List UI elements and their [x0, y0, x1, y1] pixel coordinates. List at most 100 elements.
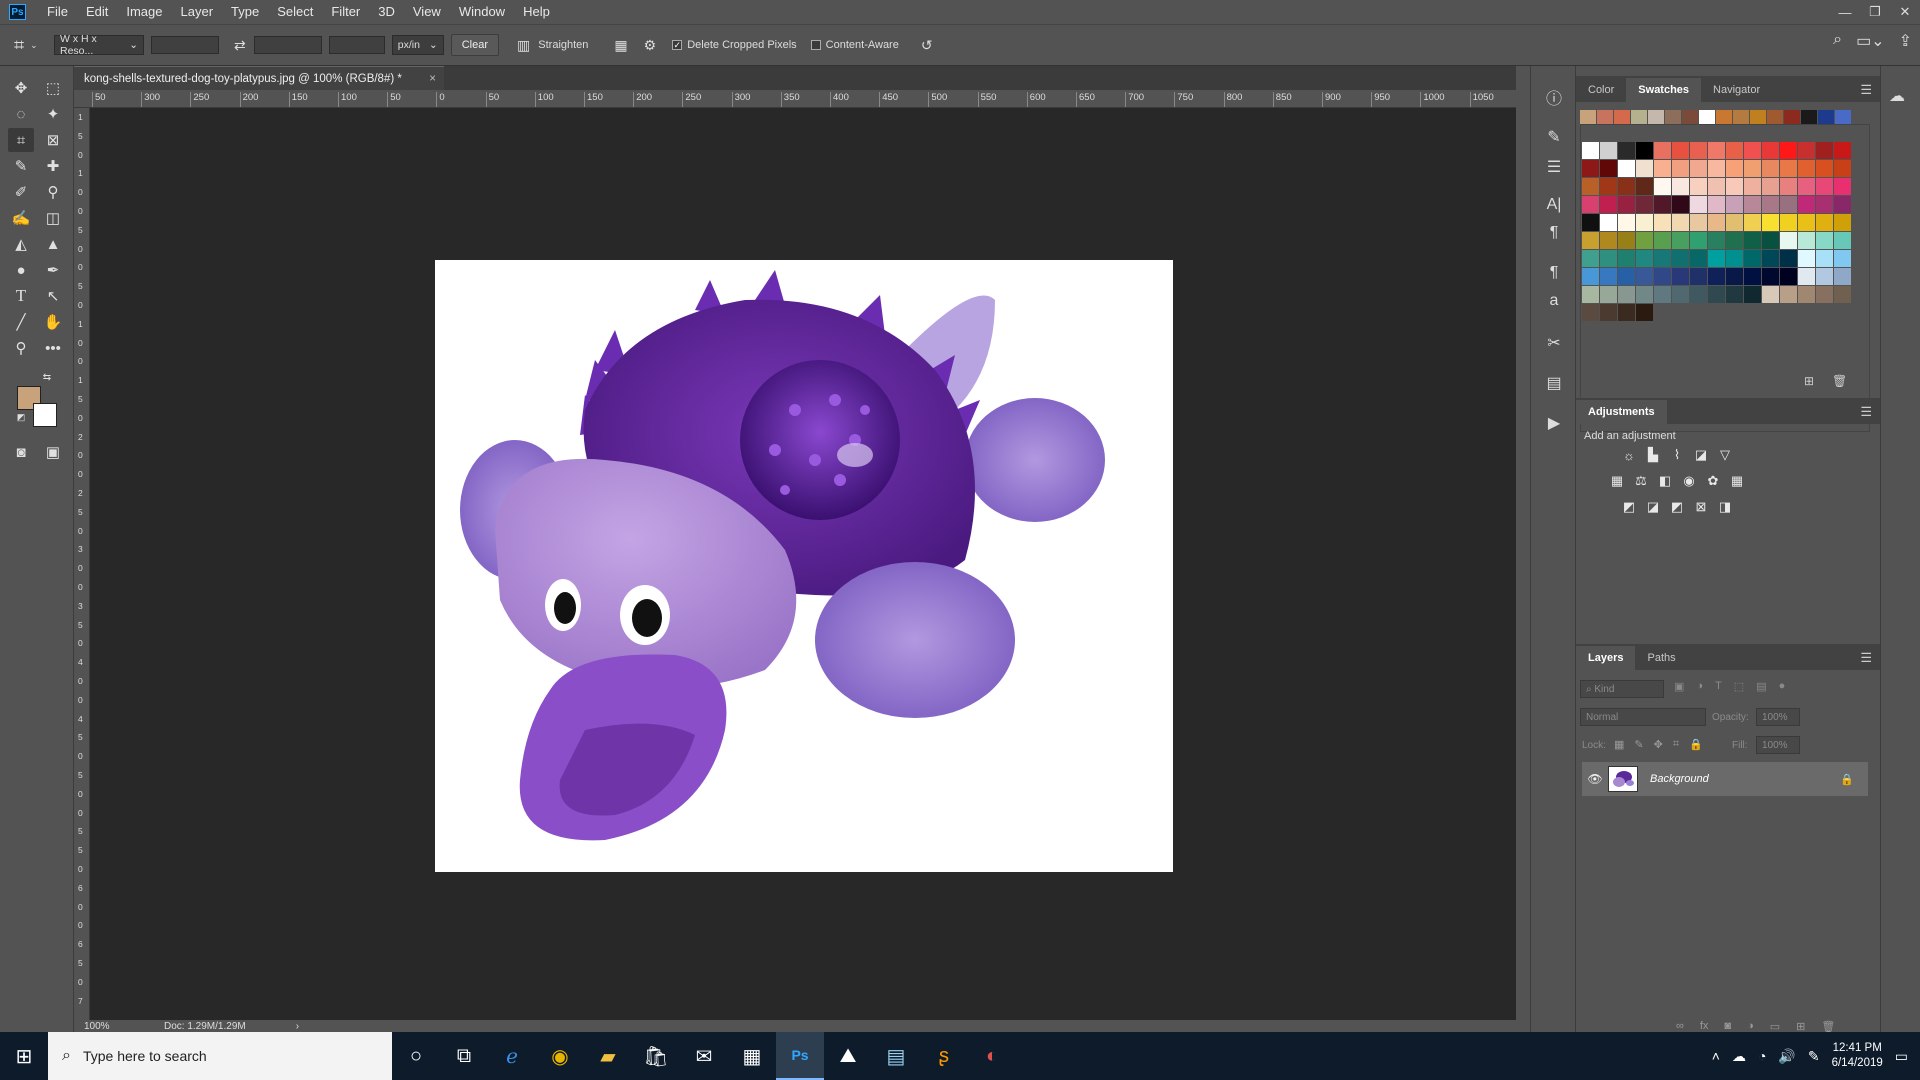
line-tool-icon[interactable]: ╱ — [8, 310, 34, 334]
swatch[interactable] — [1690, 268, 1707, 285]
swatch[interactable] — [1762, 160, 1779, 177]
invert-icon[interactable]: ◩ — [1620, 498, 1638, 516]
swatch[interactable] — [1816, 196, 1833, 213]
swatch[interactable] — [1600, 304, 1617, 321]
lock-all-icon[interactable]: 🔒 — [1689, 738, 1703, 751]
task-view-icon[interactable]: ⧉ — [440, 1032, 488, 1080]
tab-color[interactable]: Color — [1576, 78, 1626, 102]
swatch[interactable] — [1654, 214, 1671, 231]
swatch[interactable] — [1762, 178, 1779, 195]
notepad-icon[interactable]: ▤ — [872, 1032, 920, 1080]
fill-field[interactable]: 100% — [1756, 736, 1800, 754]
recent-swatch[interactable] — [1767, 110, 1783, 124]
swatch[interactable] — [1744, 214, 1761, 231]
straighten-label[interactable]: Straighten — [538, 39, 588, 51]
swatch[interactable] — [1798, 232, 1815, 249]
smart-object-filter-icon[interactable]: ▤ — [1756, 680, 1766, 693]
recent-swatch[interactable] — [1750, 110, 1766, 124]
opacity-field[interactable]: 100% — [1756, 708, 1800, 726]
adjustment-filter-icon[interactable]: ◑ — [1696, 680, 1703, 693]
eye-icon[interactable]: 👁 — [1582, 772, 1608, 786]
swatch[interactable] — [1690, 196, 1707, 213]
recent-swatch[interactable] — [1699, 110, 1715, 124]
posterize-icon[interactable]: ◪ — [1644, 498, 1662, 516]
recent-swatch[interactable] — [1631, 110, 1647, 124]
menu-item-layer[interactable]: Layer — [172, 0, 223, 24]
swatch[interactable] — [1816, 214, 1833, 231]
recent-swatch[interactable] — [1716, 110, 1732, 124]
menu-item-window[interactable]: Window — [450, 0, 514, 24]
swatch[interactable] — [1618, 142, 1635, 159]
swatch[interactable] — [1816, 286, 1833, 303]
layer-row-background[interactable]: 👁 Background 🔒 — [1582, 762, 1868, 796]
swatch[interactable] — [1744, 142, 1761, 159]
actions-play-icon[interactable]: ▶ — [1543, 412, 1565, 434]
info-icon[interactable]: ⓘ — [1543, 86, 1565, 108]
swatch[interactable] — [1636, 250, 1653, 267]
swatch[interactable] — [1690, 232, 1707, 249]
zoom-level[interactable]: 100% — [84, 1021, 144, 1032]
vibrance-icon[interactable]: ▽ — [1716, 446, 1734, 464]
swatch[interactable] — [1762, 250, 1779, 267]
swatch[interactable] — [1762, 196, 1779, 213]
brush-tool-icon[interactable]: ✐ — [8, 180, 34, 204]
swatch[interactable] — [1600, 232, 1617, 249]
swatch[interactable] — [1744, 196, 1761, 213]
swatch[interactable] — [1780, 232, 1797, 249]
selective-color-icon[interactable]: ◨ — [1716, 498, 1734, 516]
menu-item-file[interactable]: File — [38, 0, 77, 24]
swatch[interactable] — [1582, 250, 1599, 267]
mail-icon[interactable]: ✉ — [680, 1032, 728, 1080]
content-aware-checkbox[interactable]: Content-Aware — [810, 39, 899, 51]
swatch[interactable] — [1816, 250, 1833, 267]
swatch[interactable] — [1726, 268, 1743, 285]
width-field[interactable] — [151, 36, 219, 54]
swatch[interactable] — [1708, 196, 1725, 213]
swatch[interactable] — [1798, 178, 1815, 195]
menu-item-type[interactable]: Type — [222, 0, 268, 24]
swatch[interactable] — [1618, 196, 1635, 213]
pen-tool-icon[interactable]: ✒ — [40, 258, 66, 282]
swatch[interactable] — [1780, 214, 1797, 231]
tool-presets-icon[interactable]: ✂ — [1543, 332, 1565, 354]
windows-start-icon[interactable]: ⊞ — [0, 1032, 48, 1080]
swatch[interactable] — [1582, 268, 1599, 285]
swatch[interactable] — [1690, 214, 1707, 231]
photo-filter-icon[interactable]: ◉ — [1680, 472, 1698, 490]
swatch[interactable] — [1744, 268, 1761, 285]
menu-item-view[interactable]: View — [404, 0, 450, 24]
delete-cropped-checkbox[interactable]: ✓ Delete Cropped Pixels — [672, 39, 797, 51]
recent-swatch[interactable] — [1648, 110, 1664, 124]
hand-tool-icon[interactable]: ✋ — [40, 310, 66, 334]
swatch[interactable] — [1654, 178, 1671, 195]
swatch[interactable] — [1708, 286, 1725, 303]
swatch[interactable] — [1618, 214, 1635, 231]
recent-swatch[interactable] — [1580, 110, 1596, 124]
lock-artboard-icon[interactable]: ⌗ — [1673, 738, 1679, 751]
swatch[interactable] — [1618, 178, 1635, 195]
swatch[interactable] — [1762, 268, 1779, 285]
clone-source-icon[interactable]: ▤ — [1543, 372, 1565, 394]
crop-tool-icon[interactable]: ⌗ — [8, 128, 34, 152]
character-icon[interactable]: A| — [1543, 194, 1565, 216]
swatch[interactable] — [1690, 142, 1707, 159]
swatch[interactable] — [1600, 142, 1617, 159]
exposure-icon[interactable]: ◪ — [1692, 446, 1710, 464]
swatch[interactable] — [1600, 268, 1617, 285]
swatch[interactable] — [1582, 196, 1599, 213]
swatch[interactable] — [1654, 196, 1671, 213]
clock[interactable]: 12:41 PM 6/14/2019 — [1832, 1041, 1883, 1071]
swatch[interactable] — [1672, 178, 1689, 195]
zoom-tool-icon[interactable]: ⚲ — [8, 336, 34, 360]
swatch[interactable] — [1618, 286, 1635, 303]
swatch[interactable] — [1834, 142, 1851, 159]
swatch[interactable] — [1582, 178, 1599, 195]
swatch[interactable] — [1690, 286, 1707, 303]
healing-brush-tool-icon[interactable]: ✚ — [40, 154, 66, 178]
cortana-icon[interactable]: ○ — [392, 1032, 440, 1080]
pixel-filter-icon[interactable]: ▣ — [1674, 680, 1684, 693]
swatch[interactable] — [1708, 250, 1725, 267]
menu-item-help[interactable]: Help — [514, 0, 559, 24]
swatch[interactable] — [1834, 250, 1851, 267]
photoshop-taskbar-icon[interactable]: Ps — [776, 1032, 824, 1080]
